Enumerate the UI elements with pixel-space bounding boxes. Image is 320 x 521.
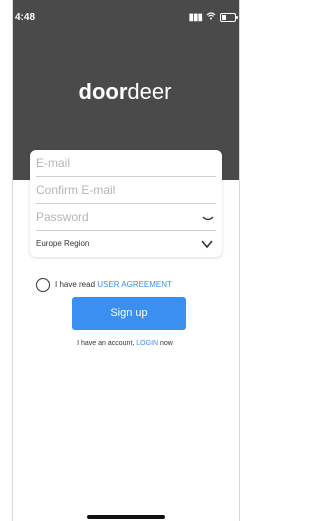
user-agreement-row: I have read USER AGREEMENT [36, 278, 236, 294]
login-suffix: now [158, 340, 173, 347]
home-indicator [87, 515, 165, 519]
password-field[interactable] [36, 208, 186, 226]
confirm-email-field[interactable] [36, 181, 186, 199]
status-bar: 4:48 ▮▮▮ [14, 12, 238, 26]
battery-icon [220, 13, 238, 22]
status-time: 4:48 [15, 12, 36, 23]
wifi-icon [206, 12, 216, 23]
right-frame [239, 0, 250, 521]
confirm-email-field-row [36, 177, 216, 204]
agreement-prefix: I have read [55, 280, 98, 289]
region-value: Europe Region [36, 239, 90, 248]
password-field-row [36, 204, 216, 231]
email-field-row [36, 150, 216, 177]
login-prefix: I have an account, [77, 340, 137, 347]
signup-form: Europe Region [30, 150, 222, 257]
eye-closed-icon[interactable] [202, 211, 214, 223]
signup-button[interactable]: Sign up [72, 297, 186, 330]
signal-icon: ▮▮▮ [188, 12, 202, 23]
login-link[interactable]: LOGIN [136, 340, 158, 347]
left-frame [0, 0, 13, 521]
logo-bold: door [78, 79, 128, 104]
agreement-radio[interactable] [36, 278, 50, 292]
agreement-text: I have read USER AGREEMENT [55, 280, 172, 289]
logo-regular: deer [127, 79, 172, 104]
chevron-down-icon [200, 237, 214, 251]
region-select[interactable]: Europe Region [36, 231, 216, 257]
email-field[interactable] [36, 154, 186, 172]
status-icons: ▮▮▮ [188, 12, 238, 23]
login-row: I have an account, LOGIN now [0, 340, 250, 347]
user-agreement-link[interactable]: USER AGREEMENT [97, 280, 172, 289]
app-logo: doordeer [0, 79, 250, 105]
